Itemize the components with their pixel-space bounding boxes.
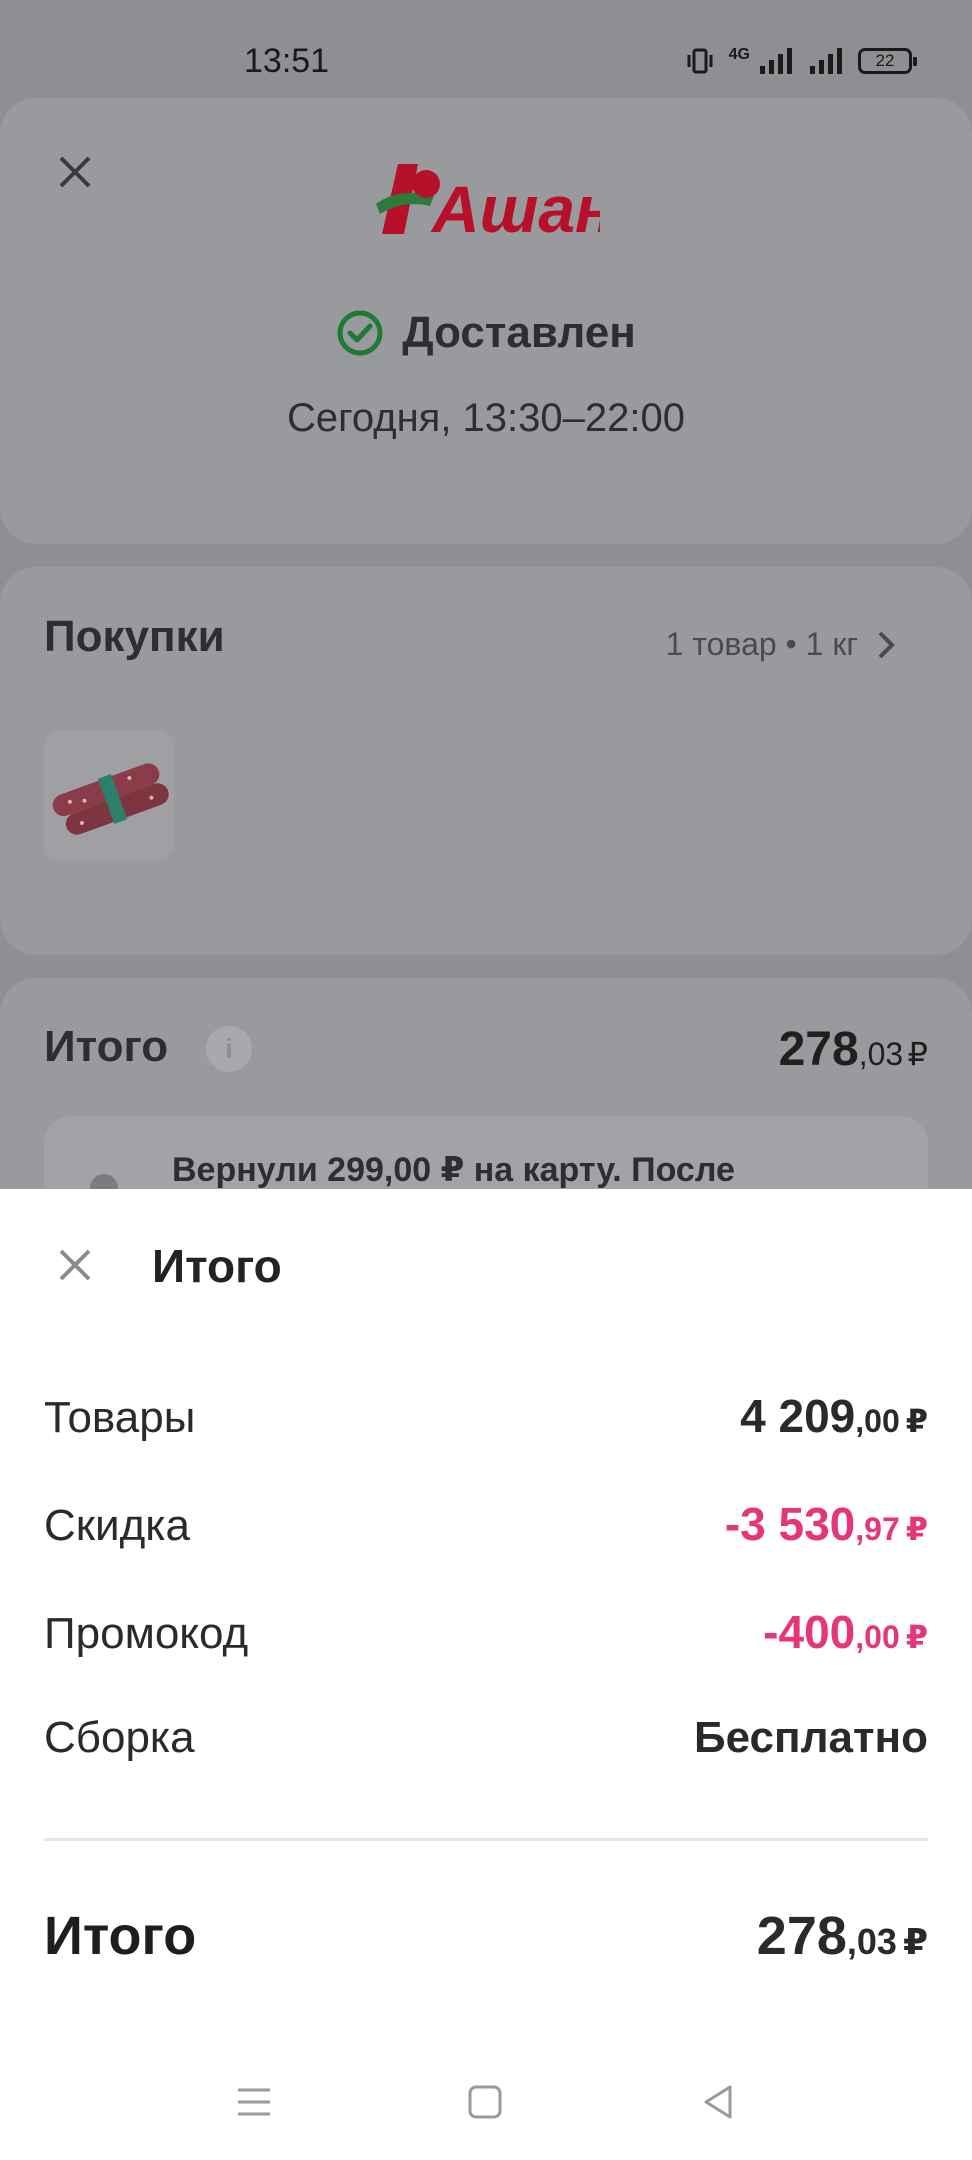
assembly-value: Бесплатно [694,1713,928,1762]
grand-total-currency: ₽ [902,1921,928,1962]
signal-icon-1 [760,48,792,74]
vibrate-icon [687,48,713,74]
purchases-meta-text: 1 товар • 1 кг [665,626,858,662]
close-icon [59,1249,91,1281]
sheet-title: Итого [152,1240,282,1292]
divider [44,1838,928,1841]
menu-icon [238,2088,270,2116]
status-icons: 4G 22 [685,46,917,76]
total-card-title: Итого [44,1022,169,1071]
discount-currency: ₽ [905,1511,928,1547]
order-status-text: Доставлен [402,308,636,357]
battery-icon: 22 [858,48,917,74]
grand-total-row: Итого 278,03 ₽ [44,1905,928,1967]
chevron-right-icon [878,631,895,658]
brand-text: Ашан [430,172,600,242]
close-icon [59,156,91,188]
grand-total-int: 278 [756,1906,847,1966]
signal-icon-2 [810,48,842,74]
items-amount: 4 209,00 ₽ [740,1389,928,1443]
grand-total-label: Итого [44,1906,197,1966]
total-card-currency: ₽ [907,1036,928,1072]
close-sheet-button[interactable] [45,1235,105,1295]
purchases-meta[interactable]: 1 товар • 1 кг [666,626,896,663]
items-amount-int: 4 209 [740,1390,856,1442]
nav-menu-button[interactable] [224,2072,284,2132]
items-row: Товары 4 209,00 ₽ [44,1389,928,1443]
grand-total-dec: ,03 [846,1921,897,1962]
nav-back-button[interactable] [688,2072,748,2132]
auchan-logo: Ашан [374,160,615,246]
items-currency: ₽ [905,1403,928,1439]
discount-amount-dec: ,97 [855,1511,900,1547]
promocode-amount-int: -400 [763,1606,856,1658]
status-time: 13:51 [244,42,330,80]
discount-amount-int: -3 530 [724,1498,856,1550]
discount-row: Скидка -3 530,97 ₽ [44,1497,928,1551]
back-triangle-icon [704,2085,732,2119]
order-details-screen: 13:51 4G 22 Ашан Доставлен Сегодня, 13:3… [0,0,972,2160]
items-amount-dec: ,00 [855,1403,900,1439]
promocode-row: Промокод -400,00 ₽ [44,1605,928,1659]
total-card-amount-int: 278 [778,1023,859,1076]
check-circle-icon [337,310,383,356]
assembly-row: Сборка Бесплатно [44,1713,928,1763]
sausage-image [52,763,169,835]
promocode-amount: -400,00 ₽ [763,1605,928,1659]
refund-text: Вернули 299,00 ₽ на карту. После [172,1151,735,1189]
purchases-title: Покупки [44,612,225,661]
product-thumbnail[interactable] [44,730,174,860]
discount-amount: -3 530,97 ₽ [725,1497,928,1551]
nav-home-button[interactable] [455,2072,515,2132]
total-card-amount: 278,03 ₽ [779,1022,928,1077]
total-card-amount-dec: ,03 [858,1036,904,1072]
system-navigation-bar [0,2050,972,2160]
home-square-icon [468,2085,502,2119]
promocode-label: Промокод [44,1609,249,1658]
discount-label: Скидка [44,1501,190,1550]
promocode-currency: ₽ [905,1619,928,1655]
total-bottom-sheet: Итого Товары 4 209,00 ₽ Скидка -3 530,97 ₽… [0,1189,972,2160]
order-status-row: Доставлен [0,308,972,358]
grand-total-amount: 278,03 ₽ [757,1905,928,1967]
network-type-icon: 4G [728,46,750,63]
assembly-label: Сборка [44,1713,195,1762]
promocode-amount-dec: ,00 [855,1619,900,1655]
items-label: Товары [44,1393,196,1442]
info-icon[interactable]: i [206,1026,252,1072]
delivery-time: Сегодня, 13:30–22:00 [287,396,685,440]
close-page-button[interactable] [45,142,105,202]
